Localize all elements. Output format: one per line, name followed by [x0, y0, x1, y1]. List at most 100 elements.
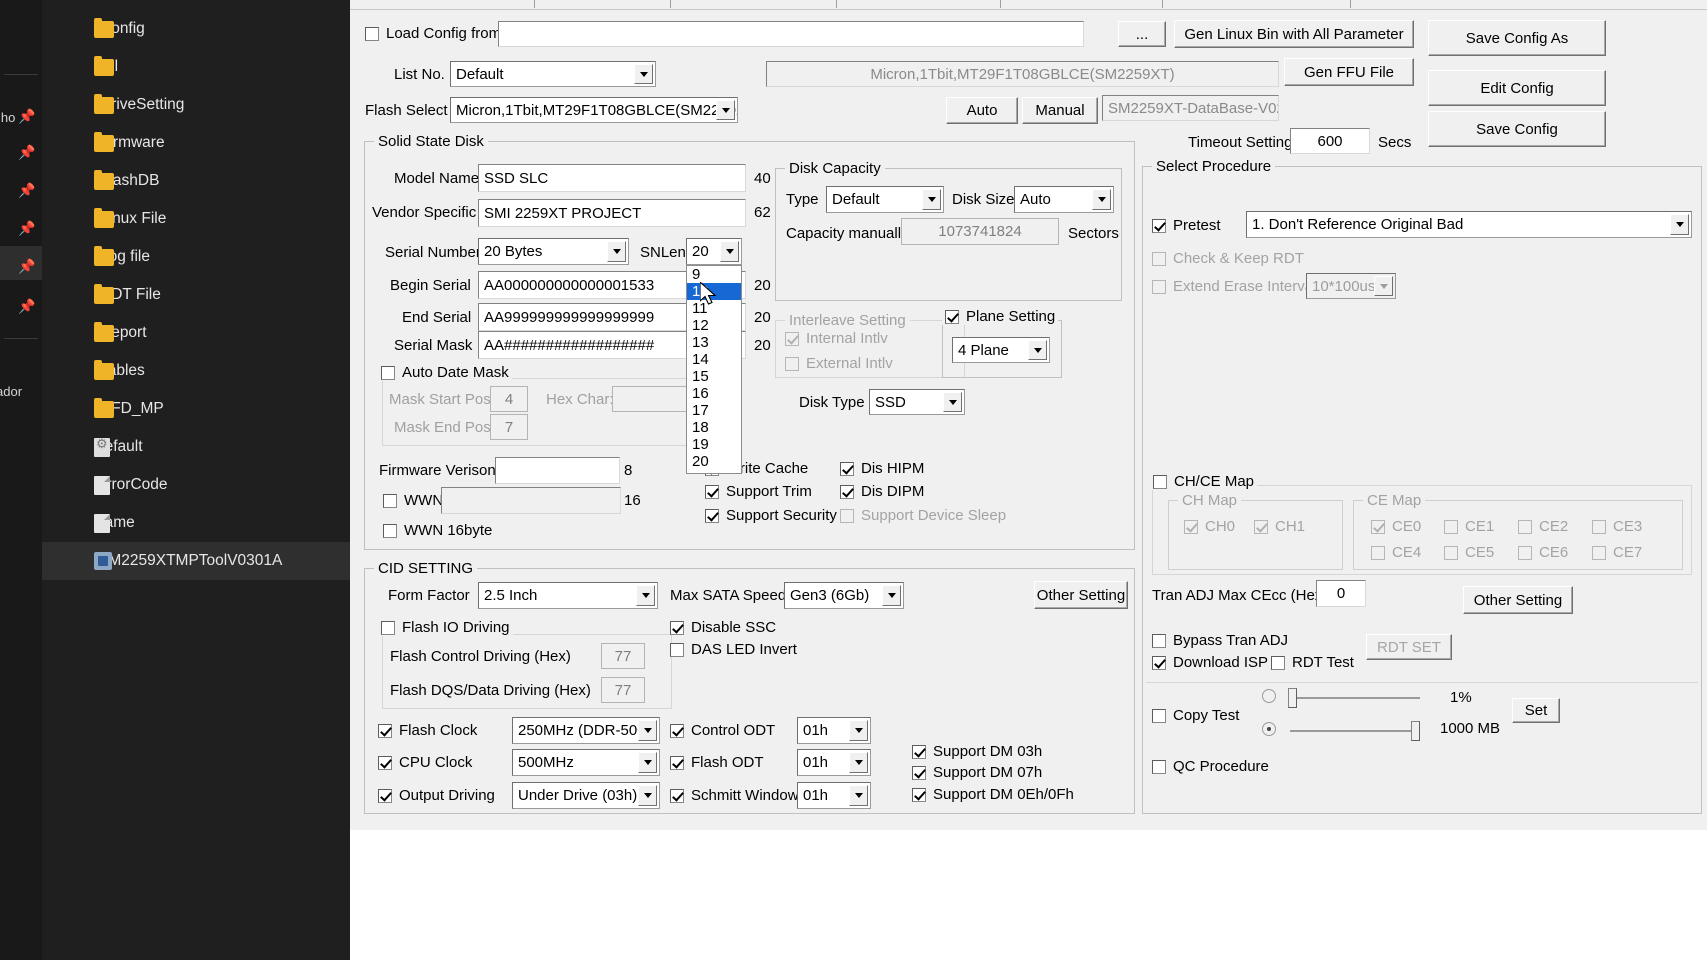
capacity-manually-input[interactable]: 1073741824	[901, 218, 1059, 245]
cid-other-setting-button[interactable]: Other Setting	[1034, 581, 1128, 609]
snlen-option[interactable]: 18	[687, 419, 741, 436]
pin-icon[interactable]: 📌	[18, 182, 35, 199]
extend-erase-interval-combobox[interactable]: 10*100us	[1306, 273, 1396, 299]
wwn-input[interactable]	[441, 487, 621, 514]
snlen-option[interactable]: 9	[687, 266, 741, 283]
explorer-item-drivesetting[interactable]: DriveSetting	[42, 86, 350, 124]
explorer-item-default[interactable]: default	[42, 428, 350, 466]
ce6-checkbox[interactable]: CE6	[1518, 544, 1568, 561]
explorer-item-ufd-mp[interactable]: UFD_MP	[42, 390, 350, 428]
dis-hipm-checkbox[interactable]: Dis HIPM	[840, 460, 924, 477]
extend-erase-interval-checkbox[interactable]: Extend Erase Interval	[1152, 278, 1316, 295]
snlen-option[interactable]: 12	[687, 317, 741, 334]
control-odt-checkbox[interactable]: Control ODT	[670, 722, 775, 739]
pin-icon[interactable]: 📌	[18, 258, 35, 275]
ce2-checkbox[interactable]: CE2	[1518, 518, 1568, 535]
vendor-specific-input[interactable]: SMI 2259XT PROJECT	[478, 199, 746, 227]
support-dm0e-checkbox[interactable]: Support DM 0Eh/0Fh	[912, 786, 1074, 803]
explorer-item-sm2259xtmptoolv0301a[interactable]: SM2259XTMPToolV0301A	[42, 542, 350, 580]
ce1-checkbox[interactable]: CE1	[1444, 518, 1494, 535]
size-slider-track[interactable]	[1290, 730, 1420, 732]
chevron-down-icon[interactable]	[638, 720, 657, 741]
explorer-item-tables[interactable]: Tables	[42, 352, 350, 390]
flash-dqs-driving-input[interactable]: 77	[601, 677, 645, 703]
chevron-down-icon[interactable]	[634, 64, 653, 84]
chevron-down-icon[interactable]	[636, 585, 655, 606]
explorer-item-dll[interactable]: Dll	[42, 48, 350, 86]
chce-map-checkbox[interactable]: CH/CE Map	[1150, 473, 1258, 490]
chevron-down-icon[interactable]	[1092, 189, 1111, 210]
chevron-down-icon[interactable]	[922, 189, 941, 210]
chevron-down-icon[interactable]	[943, 392, 962, 412]
internal-intlv-checkbox[interactable]: Internal Intlv	[785, 330, 888, 347]
snlen-option[interactable]: 13	[687, 334, 741, 351]
serial-number-combobox[interactable]: 20 Bytes	[478, 238, 629, 265]
chevron-down-icon[interactable]	[638, 785, 657, 806]
rdt-set-button[interactable]: RDT SET	[1366, 634, 1452, 660]
chevron-down-icon[interactable]	[607, 241, 626, 262]
explorer-item-linux-file[interactable]: Linux File	[42, 200, 350, 238]
das-led-invert-checkbox[interactable]: DAS LED Invert	[670, 641, 797, 658]
auto-date-mask-checkbox[interactable]: Auto Date Mask	[378, 364, 512, 381]
ce5-checkbox[interactable]: CE5	[1444, 544, 1494, 561]
snlen-option[interactable]: 14	[687, 351, 741, 368]
flash-select-combobox[interactable]: Micron,1Tbit,MT29F1T08GBLCE(SM2259XT)	[450, 97, 738, 123]
set-button[interactable]: Set	[1512, 698, 1560, 723]
mask-end-pos-input[interactable]: 7	[490, 414, 528, 440]
chevron-down-icon[interactable]	[1028, 340, 1047, 360]
manual-button[interactable]: Manual	[1022, 97, 1098, 124]
ch1-checkbox[interactable]: CH1	[1254, 518, 1305, 535]
control-odt-combobox[interactable]: 01h	[797, 717, 871, 744]
save-config-as-button[interactable]: Save Config As	[1428, 20, 1606, 56]
snlen-option[interactable]: 20	[687, 453, 741, 470]
flash-control-driving-input[interactable]: 77	[601, 643, 645, 669]
save-config-button[interactable]: Save Config	[1428, 111, 1606, 147]
mask-start-pos-input[interactable]: 4	[490, 386, 528, 412]
schmitt-window-combobox[interactable]: 01h	[797, 782, 871, 809]
disk-type-combobox[interactable]: SSD	[869, 389, 965, 415]
snlen-option[interactable]: 15	[687, 368, 741, 385]
ce0-checkbox[interactable]: CE0	[1371, 518, 1421, 535]
support-trim-checkbox[interactable]: Support Trim	[705, 483, 812, 500]
load-config-from-checkbox[interactable]: Load Config from	[365, 25, 501, 42]
pin-icon[interactable]: 📌	[18, 108, 35, 125]
model-name-input[interactable]: SSD SLC	[478, 164, 746, 192]
copy-test-size-radio[interactable]	[1262, 722, 1276, 736]
chevron-down-icon[interactable]	[849, 720, 868, 741]
cpu-clock-checkbox[interactable]: CPU Clock	[378, 754, 472, 771]
edit-config-button[interactable]: Edit Config	[1428, 70, 1606, 106]
support-device-sleep-checkbox[interactable]: Support Device Sleep	[840, 507, 1006, 524]
disk-size-combobox[interactable]: Auto	[1014, 186, 1114, 213]
flash-io-driving-checkbox[interactable]: Flash IO Driving	[378, 619, 513, 636]
browse-button[interactable]: ...	[1118, 21, 1166, 47]
output-driving-combobox[interactable]: Under Drive (03h)	[512, 782, 660, 809]
external-intlv-checkbox[interactable]: External Intlv	[785, 355, 893, 372]
pin-icon[interactable]: 📌	[18, 144, 35, 161]
copy-test-checkbox[interactable]: Copy Test	[1152, 707, 1239, 724]
disable-ssc-checkbox[interactable]: Disable SSC	[670, 619, 776, 636]
auto-button[interactable]: Auto	[946, 97, 1018, 124]
snlen-combobox[interactable]: 20	[686, 238, 742, 265]
copy-test-percent-radio[interactable]	[1262, 689, 1276, 703]
support-dm03-checkbox[interactable]: Support DM 03h	[912, 743, 1042, 760]
chevron-down-icon[interactable]	[1374, 276, 1393, 296]
flash-clock-checkbox[interactable]: Flash Clock	[378, 722, 477, 739]
download-isp-checkbox[interactable]: Download ISP	[1152, 654, 1268, 671]
chevron-down-icon[interactable]	[882, 585, 901, 606]
explorer-item-flashdb[interactable]: FlashDB	[42, 162, 350, 200]
output-driving-checkbox[interactable]: Output Driving	[378, 787, 495, 804]
plane-setting-checkbox[interactable]: Plane Setting	[942, 308, 1059, 325]
max-sata-speed-combobox[interactable]: Gen3 (6Gb)	[784, 582, 904, 609]
size-slider-thumb[interactable]	[1411, 721, 1420, 741]
list-no-combobox[interactable]: Default	[450, 61, 656, 87]
flash-odt-checkbox[interactable]: Flash ODT	[670, 754, 764, 771]
snlen-dropdown-popup[interactable]: 9 10 11 12 13 14 15 16 17 18 19 20	[686, 265, 742, 474]
snlen-option[interactable]: 17	[687, 402, 741, 419]
capacity-type-combobox[interactable]: Default	[826, 186, 944, 213]
firmware-version-input[interactable]	[495, 457, 620, 484]
chevron-down-icon[interactable]	[1670, 214, 1689, 235]
gen-linux-bin-button[interactable]: Gen Linux Bin with All Parameter	[1174, 20, 1414, 48]
pretest-combobox[interactable]: 1. Don't Reference Original Bad	[1246, 211, 1692, 238]
bypass-tran-adj-checkbox[interactable]: Bypass Tran ADJ	[1152, 632, 1288, 649]
timeout-input[interactable]: 600	[1290, 128, 1370, 154]
